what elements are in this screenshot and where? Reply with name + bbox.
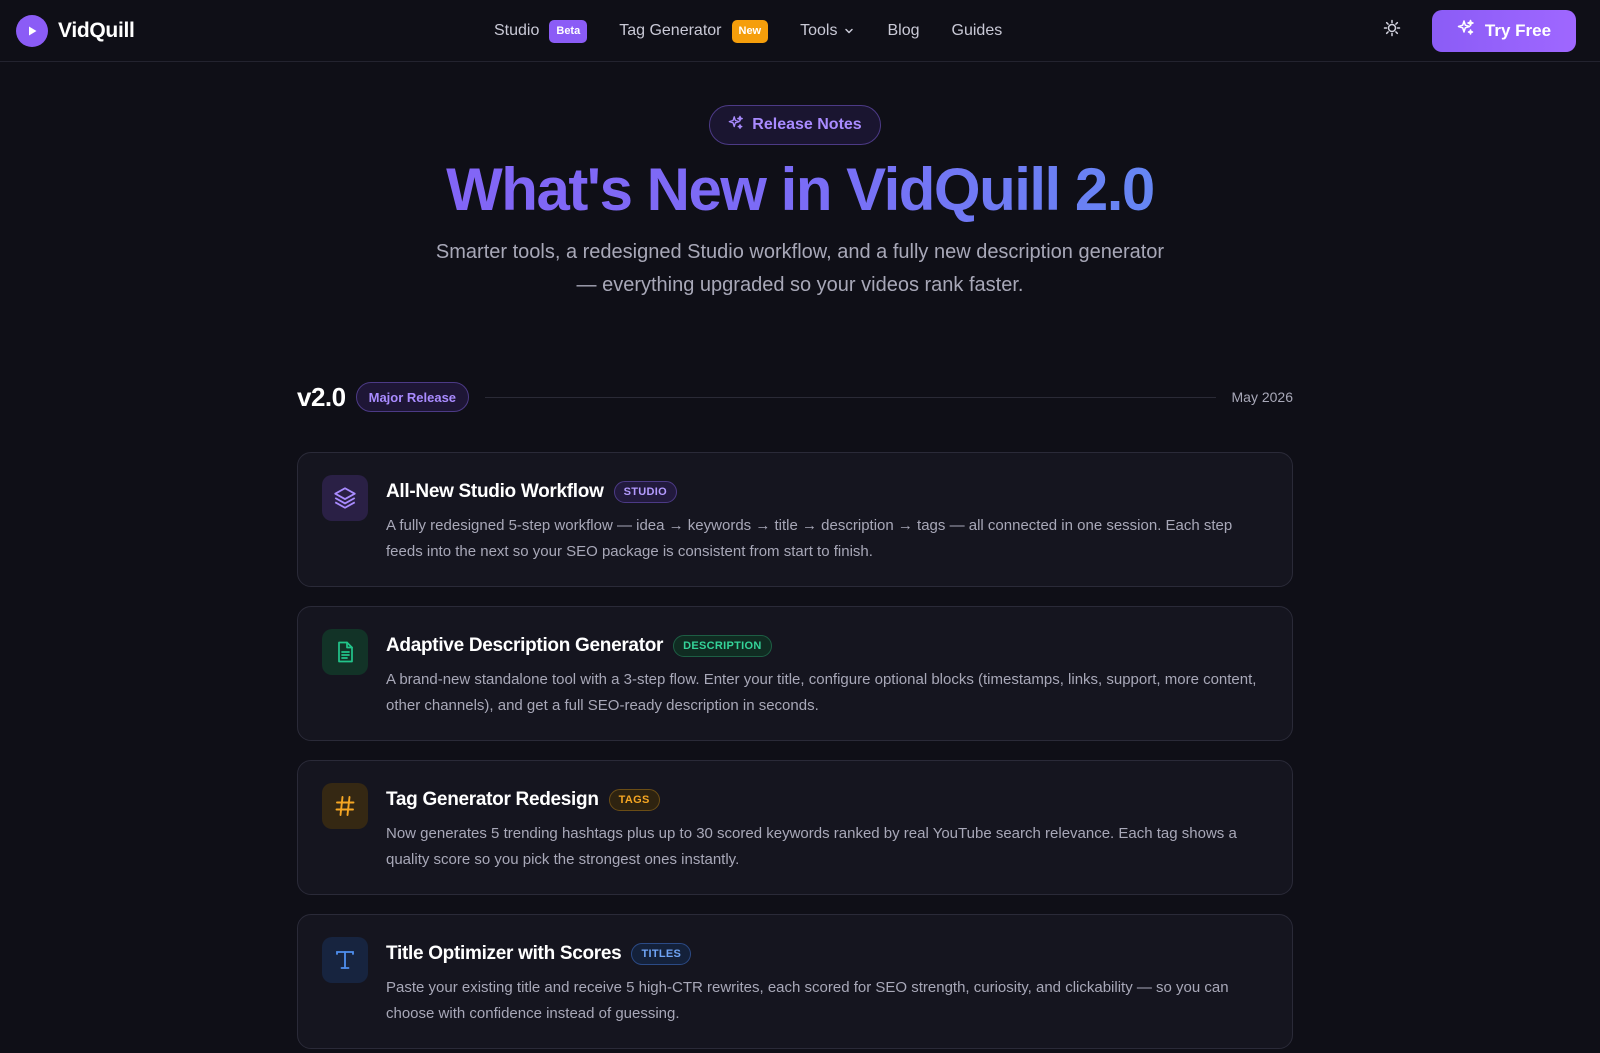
feature-list: All-New Studio Workflow STUDIO A fully r…	[297, 452, 1293, 1053]
text-icon	[322, 937, 368, 983]
feature-description: A fully redesigned 5-step workflow — ide…	[386, 517, 1233, 560]
divider	[485, 396, 1216, 398]
feature-card-tags: Tag Generator Redesign TAGS Now generate…	[297, 760, 1293, 895]
top-navbar: VidQuill Studio Beta Tag Generator New T…	[0, 0, 1600, 62]
beta-badge: Beta	[549, 19, 588, 43]
nav-link-label: Studio	[494, 22, 540, 39]
layers-icon	[322, 475, 368, 521]
feature-card-body: Tag Generator Redesign TAGS Now generate…	[386, 783, 1268, 894]
feature-description: Now generates 5 trending hashtags plus u…	[386, 825, 1237, 868]
feature-card-description: Adaptive Description Generator DESCRIPTI…	[297, 606, 1293, 741]
feature-title: Title Optimizer with Scores	[386, 943, 622, 964]
sparkles-icon	[728, 115, 744, 136]
feature-card-header: Adaptive Description Generator DESCRIPTI…	[386, 631, 1268, 661]
nav-link-label: Tools	[800, 22, 838, 39]
nav-actions: Try Free	[1374, 9, 1576, 52]
release-date: May 2026	[1231, 389, 1293, 405]
theme-toggle-button[interactable]	[1374, 13, 1410, 49]
hero-subtitle: Smarter tools, a redesigned Studio workf…	[435, 241, 1165, 296]
play-icon	[16, 14, 48, 47]
feature-card-body: All-New Studio Workflow STUDIO A fully r…	[386, 475, 1268, 586]
document-icon	[322, 629, 368, 675]
nav-link-blog[interactable]: Blog	[887, 22, 919, 40]
feature-card-studio: All-New Studio Workflow STUDIO A fully r…	[297, 452, 1293, 587]
nav-links: Studio Beta Tag Generator New Tools Blog…	[494, 0, 1002, 62]
nav-link-label: Guides	[951, 22, 1003, 39]
sun-icon	[1383, 19, 1401, 42]
brand-name: VidQuill	[58, 18, 135, 42]
page-title: What's New in VidQuill 2.0	[0, 154, 1600, 226]
feature-tag: DESCRIPTION	[673, 635, 772, 657]
feature-description: A brand-new standalone tool with a 3-ste…	[386, 671, 1257, 714]
feature-tag: STUDIO	[613, 481, 677, 503]
version-number: v2.0	[297, 381, 346, 412]
feature-card-header: Title Optimizer with Scores TITLES	[386, 939, 1268, 969]
new-badge: New	[731, 19, 769, 43]
nav-link-tag-generator[interactable]: Tag Generator New	[619, 19, 769, 43]
feature-card-body: Adaptive Description Generator DESCRIPTI…	[386, 629, 1268, 740]
feature-card-titles: Title Optimizer with Scores TITLES Paste…	[297, 914, 1293, 1049]
feature-description: Paste your existing title and receive 5 …	[386, 979, 1229, 1022]
feature-card-body: Title Optimizer with Scores TITLES Paste…	[386, 937, 1268, 1048]
feature-tag: TITLES	[631, 943, 692, 965]
version-header: v2.0 Major Release May 2026	[297, 380, 1293, 414]
release-notes-label: Release Notes	[752, 116, 862, 133]
feature-tag: TAGS	[608, 789, 660, 811]
nav-link-guides[interactable]: Guides	[952, 22, 1003, 40]
feature-card-header: All-New Studio Workflow STUDIO	[386, 477, 1268, 507]
feature-title: Adaptive Description Generator	[386, 635, 664, 656]
feature-title: All-New Studio Workflow	[386, 481, 604, 502]
feature-card-header: Tag Generator Redesign TAGS	[386, 785, 1268, 815]
try-free-label: Try Free	[1484, 20, 1552, 40]
nav-link-tools[interactable]: Tools	[800, 22, 855, 40]
nav-link-label: Tag Generator	[619, 22, 722, 39]
try-free-button[interactable]: Try Free	[1432, 9, 1576, 52]
hashtag-icon	[322, 783, 368, 829]
nav-link-label: Blog	[887, 22, 920, 39]
release-notes-pill: Release Notes	[709, 105, 881, 145]
major-release-badge: Major Release	[355, 382, 470, 412]
chevron-down-icon	[843, 25, 855, 37]
brand-logo[interactable]: VidQuill	[16, 14, 135, 47]
feature-title: Tag Generator Redesign	[386, 789, 599, 810]
nav-link-studio[interactable]: Studio Beta	[494, 19, 588, 43]
sparkles-icon	[1457, 19, 1475, 42]
